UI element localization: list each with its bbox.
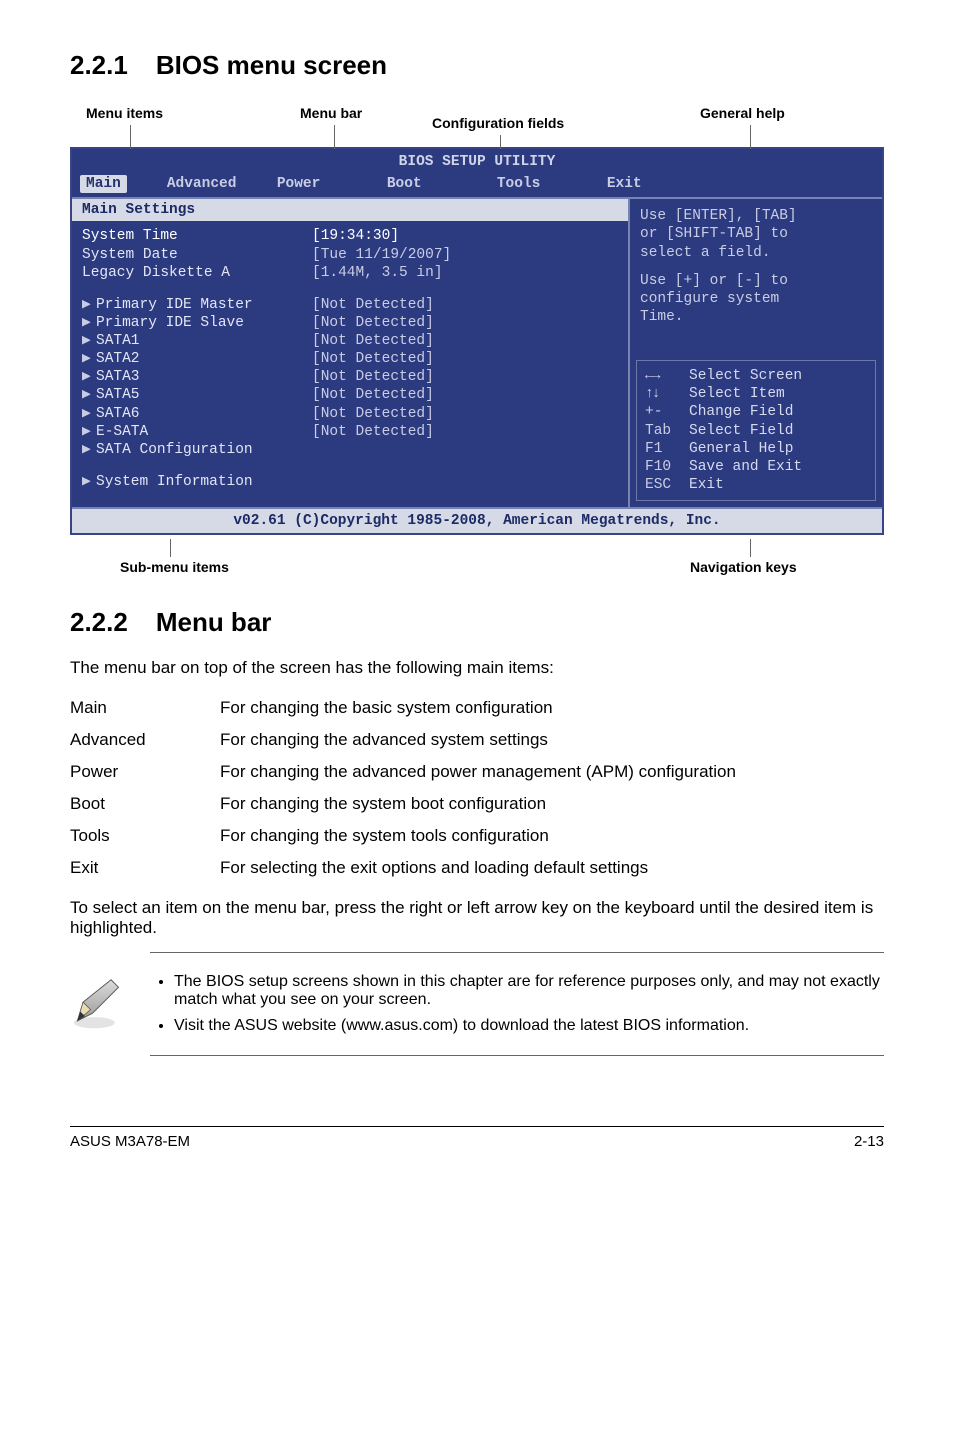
top-labels: Menu items Menu bar Configuration fields… bbox=[70, 101, 884, 151]
row-sata5[interactable]: ▶SATA5 [Not Detected] bbox=[82, 386, 618, 404]
note-item: Visit the ASUS website (www.asus.com) to… bbox=[174, 1017, 880, 1035]
def-desc: For changing the advanced system setting… bbox=[220, 724, 884, 756]
tab-main[interactable]: Main bbox=[80, 175, 127, 193]
submenu-icon: ▶ bbox=[82, 386, 96, 404]
tab-exit[interactable]: Exit bbox=[607, 175, 717, 193]
submenu-icon: ▶ bbox=[82, 405, 96, 423]
def-term: Power bbox=[70, 756, 220, 788]
bios-footer: v02.61 (C)Copyright 1985-2008, American … bbox=[72, 507, 882, 533]
submenu-icon: ▶ bbox=[82, 473, 96, 491]
row-sata6[interactable]: ▶SATA6 [Not Detected] bbox=[82, 405, 618, 423]
row-sata-configuration[interactable]: ▶SATA Configuration bbox=[82, 441, 618, 459]
footer-right: 2-13 bbox=[854, 1133, 884, 1150]
label-menu-bar: Menu bar bbox=[300, 105, 362, 121]
bios-header: BIOS SETUP UTILITY bbox=[72, 149, 882, 173]
secnum-2: 2.2.2 bbox=[70, 607, 128, 637]
submenu-icon: ▶ bbox=[82, 441, 96, 459]
submenu-icon: ▶ bbox=[82, 350, 96, 368]
submenu-icon: ▶ bbox=[82, 314, 96, 332]
bottom-labels: Sub-menu items Navigation keys bbox=[70, 539, 884, 579]
def-desc: For changing the system boot configurati… bbox=[220, 788, 884, 820]
definitions-table: MainFor changing the basic system config… bbox=[70, 692, 884, 884]
paragraph-select-item: To select an item on the menu bar, press… bbox=[70, 898, 884, 938]
bios-menubar: Main Advanced Power Boot Tools Exit bbox=[72, 173, 882, 197]
note-block: The BIOS setup screens shown in this cha… bbox=[70, 952, 884, 1056]
note-item: The BIOS setup screens shown in this cha… bbox=[174, 973, 880, 1009]
footer-left: ASUS M3A78-EM bbox=[70, 1133, 190, 1150]
row-system-time[interactable]: System Time [19:34:30] bbox=[82, 227, 618, 245]
row-system-information[interactable]: ▶System Information bbox=[82, 473, 618, 491]
row-sata3[interactable]: ▶SATA3 [Not Detected] bbox=[82, 368, 618, 386]
row-system-date[interactable]: System Date [Tue 11/19/2007] bbox=[82, 246, 618, 264]
sectitle-1: BIOS menu screen bbox=[156, 50, 387, 80]
page-footer: ASUS M3A78-EM 2-13 bbox=[70, 1126, 884, 1150]
tab-advanced[interactable]: Advanced bbox=[167, 175, 277, 193]
tab-power[interactable]: Power bbox=[277, 175, 387, 193]
submenu-icon: ▶ bbox=[82, 423, 96, 441]
def-term: Advanced bbox=[70, 724, 220, 756]
def-term: Exit bbox=[70, 852, 220, 884]
submenu-icon: ▶ bbox=[82, 296, 96, 314]
submenu-icon: ▶ bbox=[82, 368, 96, 386]
def-desc: For changing the basic system configurat… bbox=[220, 692, 884, 724]
label-menu-items: Menu items bbox=[86, 105, 163, 121]
row-esata[interactable]: ▶E-SATA [Not Detected] bbox=[82, 423, 618, 441]
def-term: Tools bbox=[70, 820, 220, 852]
bios-section-title: Main Settings bbox=[72, 199, 628, 221]
bios-nav-legend: ←→Select Screen ↑↓Select Item +-Change F… bbox=[636, 360, 876, 501]
label-navigation-keys: Navigation keys bbox=[690, 559, 797, 575]
tab-boot[interactable]: Boot bbox=[387, 175, 497, 193]
def-desc: For selecting the exit options and loadi… bbox=[220, 852, 884, 884]
label-general-help: General help bbox=[700, 105, 785, 121]
tab-tools[interactable]: Tools bbox=[497, 175, 607, 193]
def-term: Boot bbox=[70, 788, 220, 820]
intro-2: The menu bar on top of the screen has th… bbox=[70, 658, 884, 678]
row-sata1[interactable]: ▶SATA1 [Not Detected] bbox=[82, 332, 618, 350]
row-sata2[interactable]: ▶SATA2 [Not Detected] bbox=[82, 350, 618, 368]
pencil-note-icon bbox=[70, 952, 126, 1032]
secnum-1: 2.2.1 bbox=[70, 50, 128, 80]
row-legacy-diskette[interactable]: Legacy Diskette A [1.44M, 3.5 in] bbox=[82, 264, 618, 282]
bios-help-text: Use [ENTER], [TAB] or [SHIFT-TAB] to sel… bbox=[630, 199, 882, 354]
def-term: Main bbox=[70, 692, 220, 724]
def-desc: For changing the system tools configurat… bbox=[220, 820, 884, 852]
row-primary-ide-master[interactable]: ▶Primary IDE Master [Not Detected] bbox=[82, 296, 618, 314]
bios-screen: BIOS SETUP UTILITY Main Advanced Power B… bbox=[70, 147, 884, 535]
def-desc: For changing the advanced power manageme… bbox=[220, 756, 884, 788]
label-submenu-items: Sub-menu items bbox=[120, 559, 229, 575]
submenu-icon: ▶ bbox=[82, 332, 96, 350]
row-primary-ide-slave[interactable]: ▶Primary IDE Slave [Not Detected] bbox=[82, 314, 618, 332]
label-conf-fields: Configuration fields bbox=[432, 115, 564, 131]
section-heading-1: 2.2.1 BIOS menu screen bbox=[70, 50, 884, 81]
section-heading-2: 2.2.2 Menu bar bbox=[70, 607, 884, 638]
sectitle-2: Menu bar bbox=[156, 607, 272, 637]
